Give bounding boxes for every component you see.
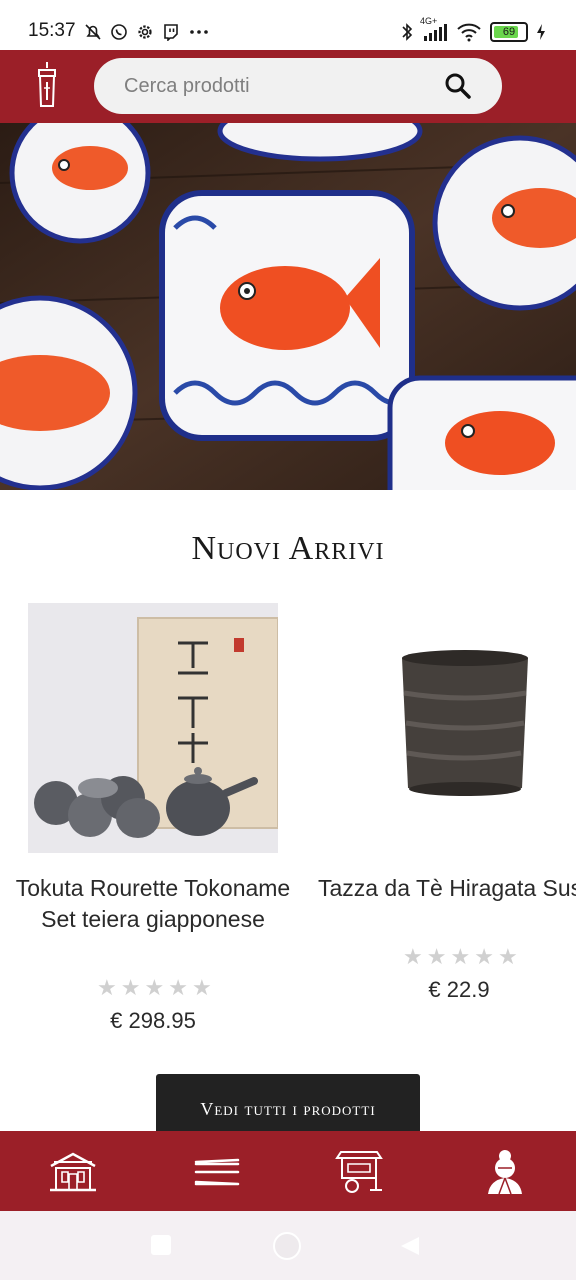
view-all-products-button[interactable]: Vedi tutti i prodotti (156, 1074, 420, 1136)
product-image[interactable] (334, 603, 576, 853)
rating-stars: ★ ★ ★ ★ ★ (403, 945, 518, 970)
battery-level: 69 (502, 26, 516, 38)
wifi-icon (456, 22, 482, 42)
star-icon: ★ (450, 945, 471, 970)
status-bar: 15:37 4G+ 69 (0, 0, 576, 50)
section-title: Nuovi Arrivi (191, 530, 385, 567)
product-image[interactable] (28, 603, 278, 853)
back-triangle-icon[interactable] (399, 1235, 421, 1261)
star-icon: ★ (497, 945, 518, 970)
home-house-icon[interactable] (48, 1148, 98, 1196)
hero-banner-image (0, 123, 576, 490)
system-navigation-bar (0, 1211, 576, 1280)
status-left-icons (84, 20, 210, 44)
star-icon: ★ (120, 976, 141, 1001)
hero-banner (0, 123, 576, 490)
mute-bell-icon (84, 23, 102, 41)
product-name[interactable]: Tokuta Rourette Tokoname Set teiera giap… (8, 873, 298, 935)
signal-icon: 4G+ (420, 16, 448, 42)
search-bar[interactable]: Cerca prodotti (94, 58, 502, 114)
charging-icon (536, 23, 546, 41)
product-price: € 22.9 (428, 977, 490, 1002)
search-icon[interactable] (444, 72, 472, 100)
shop-cart-icon[interactable] (334, 1148, 384, 1196)
star-icon: ★ (426, 945, 447, 970)
battery-icon: 69 (490, 22, 528, 42)
settings-gear-icon (136, 23, 154, 41)
recents-square-icon[interactable] (151, 1235, 171, 1255)
star-icon: ★ (474, 945, 494, 970)
rating-stars: ★ ★ ★ ★ ★ (97, 976, 212, 1001)
search-input[interactable]: Cerca prodotti (124, 75, 250, 98)
bluetooth-icon (400, 22, 414, 42)
whatsapp-icon (110, 23, 128, 41)
lantern-logo-icon[interactable] (34, 62, 60, 110)
twitch-icon (162, 23, 180, 41)
menu-chopsticks-icon[interactable] (192, 1148, 242, 1196)
star-icon: ★ (403, 945, 423, 970)
profile-geisha-icon[interactable] (480, 1148, 530, 1196)
star-icon: ★ (144, 976, 165, 1001)
star-icon: ★ (191, 976, 212, 1001)
star-icon: ★ (168, 976, 188, 1001)
product-price: € 298.95 (110, 1008, 196, 1033)
product-name[interactable]: Tazza da Tè Hiragata Sushi (314, 873, 576, 904)
more-dots-icon (188, 23, 210, 41)
status-time: 15:37 (28, 20, 76, 41)
star-icon: ★ (97, 976, 117, 1001)
home-circle-icon[interactable] (273, 1232, 301, 1260)
status-right-icons: 4G+ 69 (400, 16, 546, 44)
network-type: 4G+ (420, 16, 438, 26)
